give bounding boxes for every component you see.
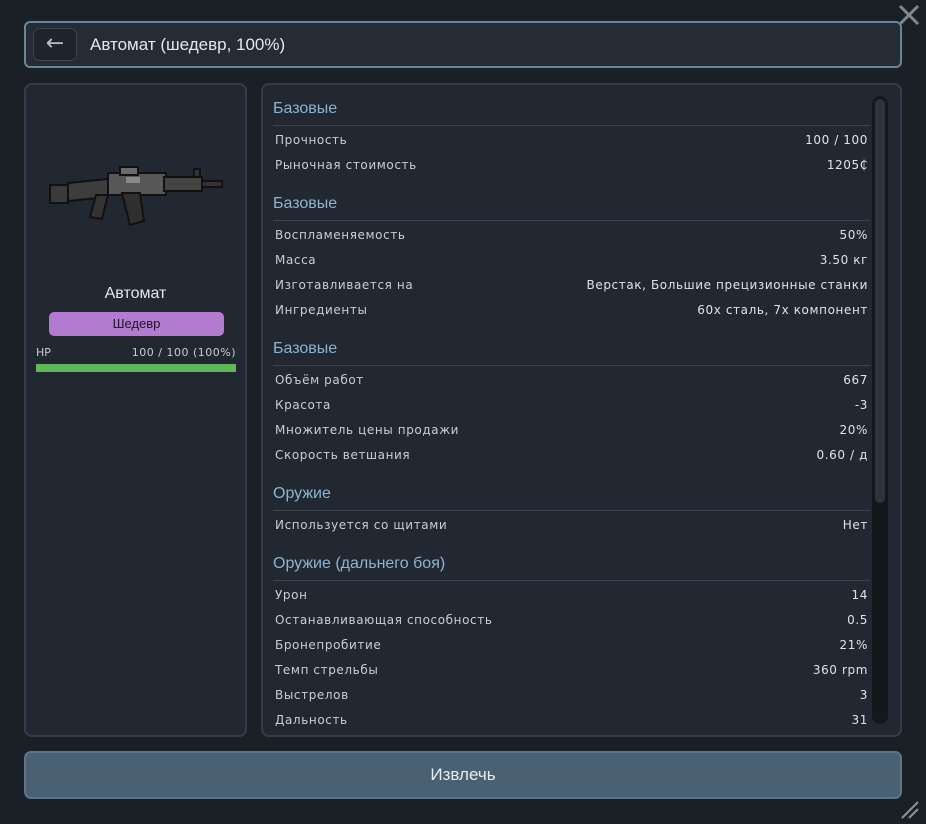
stat-row[interactable]: Останавливающая способность 0.5 [273, 608, 870, 633]
stat-label: Множитель цены продажи [275, 423, 460, 437]
stat-label: Прочность [275, 133, 348, 147]
stat-value: 14 [851, 588, 868, 602]
section-title: Базовые [273, 192, 870, 221]
stat-value: 3 [859, 688, 868, 702]
stat-value: 0.5 [847, 613, 868, 627]
stat-label: Бронепробитие [275, 638, 382, 652]
stat-label: Урон [275, 588, 308, 602]
stat-label: Красота [275, 398, 331, 412]
back-button[interactable]: ← [33, 28, 77, 61]
stat-value: 21% [839, 638, 868, 652]
stat-label: Дальность [275, 713, 348, 727]
stat-label: Выстрелов [275, 688, 349, 702]
stats-section: Базовые Воспламеняемость 50% Масса 3.50 кг Из… [273, 192, 870, 323]
back-arrow-icon: ← [45, 31, 65, 56]
stat-row[interactable]: Выстрелов 3 [273, 683, 870, 708]
stats-section: Оружие (дальнего боя) Урон 14 Останавливающ… [273, 552, 870, 733]
stat-value: 100 / 100 [805, 133, 868, 147]
hp-bar [36, 364, 236, 372]
stat-label: Рыночная стоимость [275, 158, 417, 172]
stat-label: Используется со щитами [275, 518, 448, 532]
stat-row[interactable]: Масса 3.50 кг [273, 248, 870, 273]
stats-section: Базовые Объём работ 667 Красота -3 Множитель … [273, 337, 870, 468]
stat-row[interactable]: Урон 14 [273, 583, 870, 608]
stats-panel[interactable]: Базовые Прочность 100 / 100 Рыночная стоимо… [261, 83, 902, 737]
stat-label: Объём работ [275, 373, 364, 387]
stat-value: 667 [843, 373, 868, 387]
stat-value: Нет [842, 518, 868, 532]
stat-label: Скорость ветшания [275, 448, 411, 462]
dialog-header: ← Автомат (шедевр, 100%) [24, 21, 902, 68]
stat-row[interactable]: Скорость ветшания 0.60 / д [273, 443, 870, 468]
dialog-title: Автомат (шедевр, 100%) [90, 35, 286, 54]
stat-row[interactable]: Дальность 31 [273, 708, 870, 733]
section-title: Базовые [273, 97, 870, 126]
stat-label: Темп стрельбы [275, 663, 379, 677]
stat-label: Ингредиенты [275, 303, 368, 317]
stat-row[interactable]: Темп стрельбы 360 rpm [273, 658, 870, 683]
stat-value: 31 [851, 713, 868, 727]
section-title: Оружие [273, 482, 870, 511]
item-summary-panel: Автомат Шедевр HP 100 / 100 (100%) [24, 83, 247, 737]
hp-bar-fill [36, 364, 236, 372]
assault-rifle-icon [49, 166, 223, 227]
stat-value: 3.50 кг [819, 253, 868, 267]
hp-value: 100 / 100 (100%) [131, 346, 236, 359]
scrollbar-thumb[interactable] [875, 99, 885, 503]
stat-value: 1205₵ [826, 158, 868, 172]
stat-value: 360 rpm [812, 663, 868, 677]
stat-label: Масса [275, 253, 317, 267]
stats-list: Базовые Прочность 100 / 100 Рыночная стоимо… [273, 97, 870, 733]
stat-value: 60x сталь, 7x компонент [697, 303, 868, 317]
quality-badge: Шедевр [49, 312, 224, 336]
stats-section: Базовые Прочность 100 / 100 Рыночная стоимо… [273, 97, 870, 178]
stat-value: Верстак, Большие прецизионные станки [586, 278, 868, 292]
stat-label: Воспламеняемость [275, 228, 406, 242]
stat-row[interactable]: Изготавливается на Верстак, Большие преци… [273, 273, 870, 298]
stat-value: -3 [854, 398, 868, 412]
stat-row[interactable]: Бронепробитие 21% [273, 633, 870, 658]
stat-row[interactable]: Рыночная стоимость 1205₵ [273, 153, 870, 178]
section-title: Базовые [273, 337, 870, 366]
stat-row[interactable]: Воспламеняемость 50% [273, 223, 870, 248]
stat-value: 50% [839, 228, 868, 242]
stat-row[interactable]: Красота -3 [273, 393, 870, 418]
stat-label: Останавливающая способность [275, 613, 493, 627]
stats-section: Оружие Используется со щитами Нет [273, 482, 870, 538]
stat-value: 0.60 / д [816, 448, 868, 462]
stat-row[interactable]: Прочность 100 / 100 [273, 128, 870, 153]
extract-button[interactable]: Извлечь [24, 751, 902, 799]
stat-value: 20% [839, 423, 868, 437]
section-title: Оружие (дальнего боя) [273, 552, 870, 581]
stat-row[interactable]: Ингредиенты 60x сталь, 7x компонент [273, 298, 870, 323]
item-name: Автомат [104, 285, 167, 302]
stat-row[interactable]: Используется со щитами Нет [273, 513, 870, 538]
stat-label: Изготавливается на [275, 278, 414, 292]
hp-label: HP [36, 346, 51, 359]
resize-grip-icon[interactable] [898, 798, 920, 820]
stat-row[interactable]: Объём работ 667 [273, 368, 870, 393]
stat-row[interactable]: Множитель цены продажи 20% [273, 418, 870, 443]
stats-scrollbar[interactable] [872, 96, 888, 724]
